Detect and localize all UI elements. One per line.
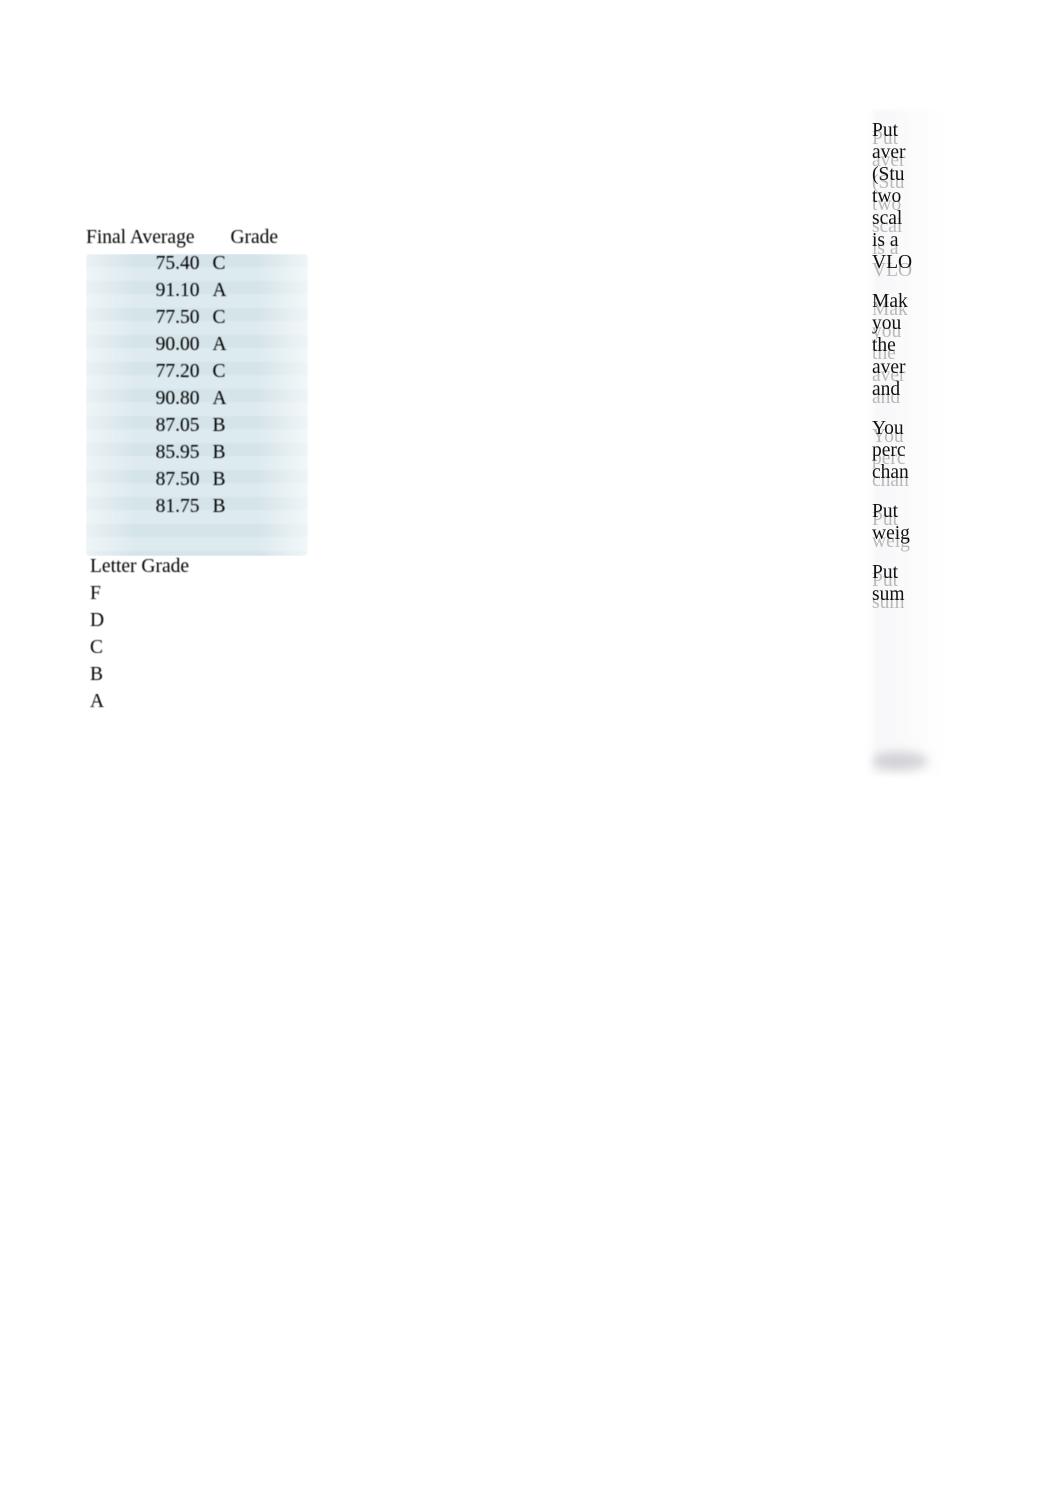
instruction-note-line-text: perc	[872, 440, 906, 461]
instruction-note-line-text: Put	[872, 562, 899, 583]
cell-final-average: 90.80	[155, 388, 200, 409]
page-smudge-artifact	[872, 752, 928, 770]
instruction-note-line-text: scal	[872, 208, 903, 229]
table-row: 87.50 B	[84, 470, 312, 497]
instruction-note-line-text: you	[872, 313, 902, 334]
instruction-note-line: aver aver	[872, 357, 938, 386]
instruction-note-paragraph: Put Put weig weig	[872, 501, 938, 552]
cell-final-average: 75.40	[155, 253, 200, 274]
letter-grade-item: B	[90, 664, 104, 685]
table-header-row: Final Average Grade	[84, 228, 312, 254]
instruction-note-line: Put Put	[872, 120, 938, 149]
instruction-note-line-text: chan	[872, 462, 909, 483]
cell-grade: B	[212, 415, 226, 436]
instruction-note-line: Put Put	[872, 562, 938, 591]
cell-grade: C	[212, 361, 226, 382]
instruction-note-line: scal scal	[872, 208, 938, 237]
column-header-final-average: Final Average	[86, 227, 195, 248]
document-page: Final Average Grade 75.40 C 91.10 A 77.50 C 90…	[0, 0, 1062, 1506]
letter-grade-item: A	[90, 691, 105, 712]
table-header: Final Average Grade	[84, 228, 312, 254]
cell-final-average: 81.75	[155, 496, 200, 517]
instruction-note-line: you you	[872, 313, 938, 342]
instruction-note-line-text: VLO	[872, 252, 913, 273]
letter-grade-list-heading: Letter Grade	[90, 556, 190, 577]
instruction-note-line: VLO VLO	[872, 252, 938, 281]
instruction-note-line-text: aver	[872, 357, 906, 378]
table-row: 90.80 A	[84, 389, 312, 416]
letter-grade-item: C	[90, 637, 104, 658]
cell-final-average: 87.50	[155, 469, 200, 490]
instruction-note-paragraph: You You perc perc chan chan	[872, 418, 938, 491]
instruction-note-line: Mak Mak	[872, 291, 938, 320]
table-row: 77.50 C	[84, 308, 312, 335]
instruction-note-line: weig weig	[872, 523, 938, 552]
cell-grade: A	[212, 388, 227, 409]
cell-grade: B	[212, 442, 226, 463]
letter-grade-items: FDCBA	[90, 580, 189, 715]
cell-final-average: 77.20	[155, 361, 200, 382]
cell-final-average: 77.50	[155, 307, 200, 328]
instruction-note-paragraph: Put Put aver aver (Stu (Stu two two scal scal is a…	[872, 120, 938, 281]
column-header-grade: Grade	[230, 227, 279, 248]
instruction-note-line: Put Put	[872, 501, 938, 530]
instruction-note-line-text: two	[872, 186, 902, 207]
table-row: 77.20 C	[84, 362, 312, 389]
instruction-note-line-text: You	[872, 418, 904, 439]
table-row: 81.75 B	[84, 497, 312, 524]
instruction-note-line: perc perc	[872, 440, 938, 469]
letter-grade-item: F	[90, 583, 101, 604]
instruction-note-line: two two	[872, 186, 938, 215]
cell-grade: B	[212, 469, 226, 490]
cell-final-average: 87.05	[155, 415, 200, 436]
table-row: 90.00 A	[84, 335, 312, 362]
instruction-note-line: and and	[872, 379, 938, 408]
instruction-note-paragraph: Mak Mak you you the the aver aver and and	[872, 291, 938, 408]
instruction-note-line: You You	[872, 418, 938, 447]
instruction-note-line-text: Put	[872, 501, 899, 522]
instruction-note-line: (Stu (Stu	[872, 164, 938, 193]
cell-grade: B	[212, 496, 226, 517]
instruction-note-line-text: weig	[872, 523, 910, 544]
final-average-grade-table: Final Average Grade 75.40 C 91.10 A 77.50 C 90…	[84, 228, 312, 524]
instruction-notes-body: Put Put aver aver (Stu (Stu two two scal scal is a…	[872, 120, 938, 613]
table-row: 75.40 C	[84, 254, 312, 281]
table-body: 75.40 C 91.10 A 77.50 C 90.00 A 77.20 C 90.80 A 87.0…	[84, 254, 312, 524]
instruction-note-line-text: Mak	[872, 291, 908, 312]
instruction-note-line-text: is a	[872, 230, 899, 251]
instruction-note-line-text: the	[872, 335, 896, 356]
cell-grade: A	[212, 334, 227, 355]
instruction-note-line-text: (Stu	[872, 164, 905, 185]
instruction-note-line: is a is a	[872, 230, 938, 259]
instruction-note-line: sum sum	[872, 584, 938, 613]
instruction-note-line-text: Put	[872, 120, 899, 141]
cell-grade: C	[212, 253, 226, 274]
cell-final-average: 85.95	[155, 442, 200, 463]
table-row: 87.05 B	[84, 416, 312, 443]
table-row: 85.95 B	[84, 443, 312, 470]
instruction-note-line-text: and	[872, 379, 901, 400]
instruction-note-line-text: aver	[872, 142, 906, 163]
grade-table-region: Final Average Grade 75.40 C 91.10 A 77.50 C 90…	[83, 228, 324, 561]
instruction-note-line: the the	[872, 335, 938, 364]
instruction-note-line: chan chan	[872, 462, 938, 491]
table-row: 91.10 A	[84, 281, 312, 308]
instruction-note-line: aver aver	[872, 142, 938, 171]
cell-final-average: 90.00	[155, 334, 200, 355]
instruction-note-line-text: sum	[872, 584, 905, 605]
cell-grade: A	[212, 280, 227, 301]
cell-grade: C	[212, 307, 226, 328]
instruction-note-paragraph: Put Put sum sum	[872, 562, 938, 613]
letter-grade-item: D	[90, 610, 105, 631]
cell-final-average: 91.10	[155, 280, 200, 301]
instruction-notes-column: Put Put aver aver (Stu (Stu two two scal scal is a…	[872, 120, 938, 770]
letter-grade-list: Letter Grade FDCBA	[90, 553, 189, 715]
